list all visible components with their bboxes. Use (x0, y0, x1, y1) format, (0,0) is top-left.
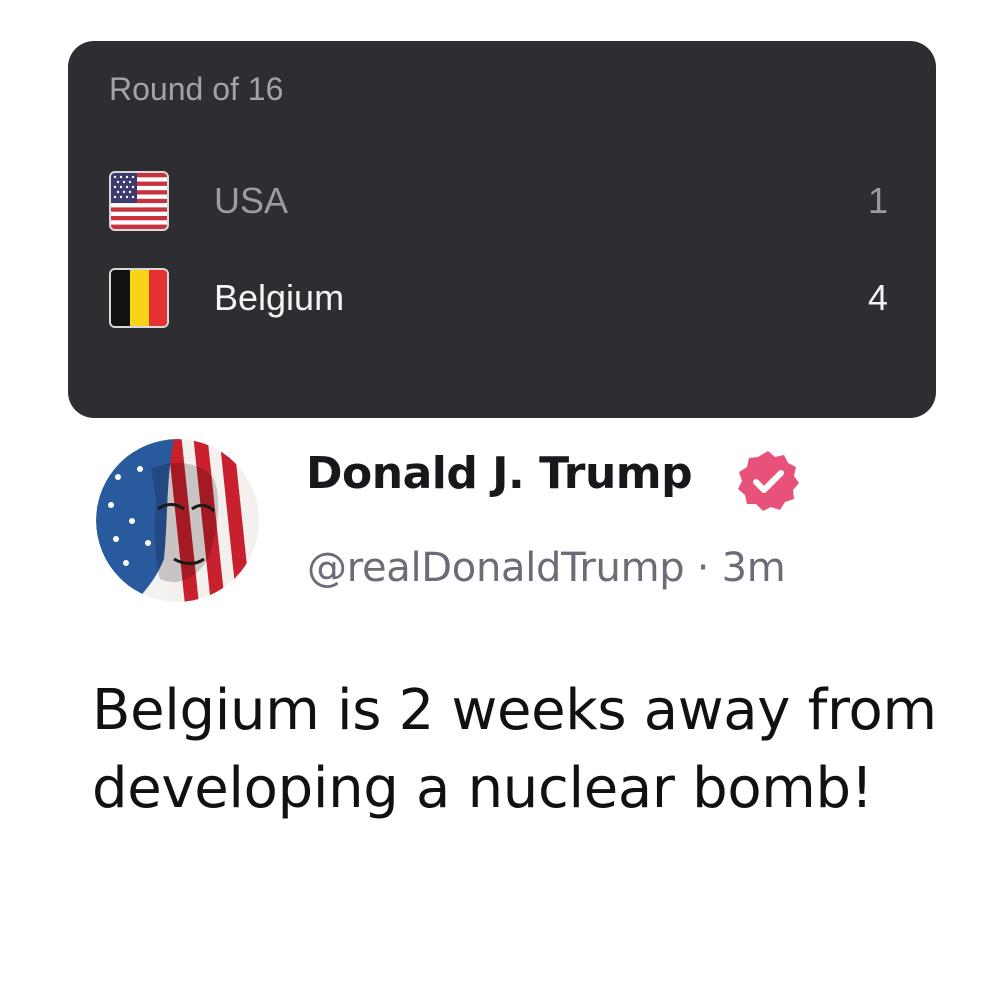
belgium-flag-icon (109, 268, 169, 328)
tweet-header: Donald J. Trump @realDonaldTrump · 3m (0, 430, 981, 620)
round-label: Round of 16 (109, 71, 284, 107)
team-row-usa[interactable]: USA 1 (68, 171, 936, 235)
team-name-belgium: Belgium (214, 277, 345, 318)
team-name-usa: USA (214, 180, 289, 221)
team-score-usa: 1 (867, 180, 888, 221)
display-name[interactable]: Donald J. Trump (306, 448, 693, 499)
handle-line: @realDonaldTrump · 3m (307, 545, 786, 591)
team-row-belgium[interactable]: Belgium 4 (68, 268, 936, 332)
usa-flag-icon (109, 171, 169, 231)
tweet-text: Belgium is 2 weeks away from developing … (92, 678, 937, 821)
team-score-belgium: 4 (867, 277, 888, 318)
scoreboard-card[interactable]: Round of 16 USA 1 Belgium 4 (68, 41, 936, 418)
timestamp[interactable]: 3m (722, 545, 786, 591)
handle[interactable]: @realDonaldTrump (307, 545, 685, 591)
verified-badge-icon (735, 448, 801, 514)
handle-separator: · (696, 545, 710, 591)
avatar[interactable] (96, 439, 259, 602)
